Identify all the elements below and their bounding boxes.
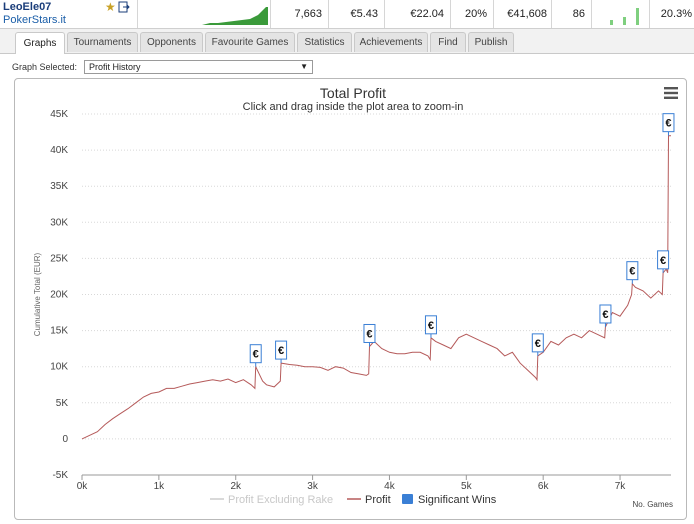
mini-bar — [635, 8, 639, 25]
stat-itm: 20.3% — [649, 0, 694, 28]
sparkline-cell — [137, 0, 270, 28]
player-stats-bar: LeoEle07 PokerStars.it ★ 7,663 €5.43 €22… — [0, 0, 694, 29]
profit-sparkline — [202, 7, 268, 25]
tab-graphs[interactable]: Graphs — [15, 32, 65, 54]
dropdown-arrow-icon: ▼ — [300, 62, 308, 71]
tab-opponents[interactable]: Opponents — [140, 32, 203, 52]
chart-container — [14, 78, 687, 520]
stat-games: 7,663 — [270, 0, 328, 28]
stat-avg-profit: €5.43 — [328, 0, 384, 28]
player-site[interactable]: PokerStars.it — [3, 14, 66, 26]
tab-publish[interactable]: Publish — [468, 32, 514, 52]
mini-bars-cell — [591, 0, 649, 28]
tab-strip: Graphs Tournaments Opponents Favourite G… — [0, 29, 694, 54]
tab-statistics[interactable]: Statistics — [297, 32, 352, 52]
hamburger-menu-icon[interactable] — [664, 87, 678, 99]
tab-achievements[interactable]: Achievements — [354, 32, 428, 52]
graph-selected-label: Graph Selected: — [12, 62, 78, 72]
stat-avg-stake: €22.04 — [384, 0, 450, 28]
stat-roi: 20% — [450, 0, 493, 28]
tab-tournaments[interactable]: Tournaments — [67, 32, 138, 52]
star-icon: ★ — [105, 0, 116, 14]
player-name[interactable]: LeoEle07 — [3, 1, 51, 13]
mini-bar — [622, 17, 626, 25]
tab-favourite-games[interactable]: Favourite Games — [205, 32, 295, 52]
graph-select-value: Profit History — [89, 62, 141, 72]
stat-ability: 86 — [551, 0, 591, 28]
mini-bar — [609, 20, 613, 25]
tab-find[interactable]: Find — [430, 32, 466, 52]
mini-bar-chart — [609, 8, 639, 25]
stat-total-profit: €41,608 — [493, 0, 551, 28]
graph-select-dropdown[interactable]: Profit History ▼ — [84, 60, 313, 74]
export-icon[interactable] — [118, 1, 130, 13]
